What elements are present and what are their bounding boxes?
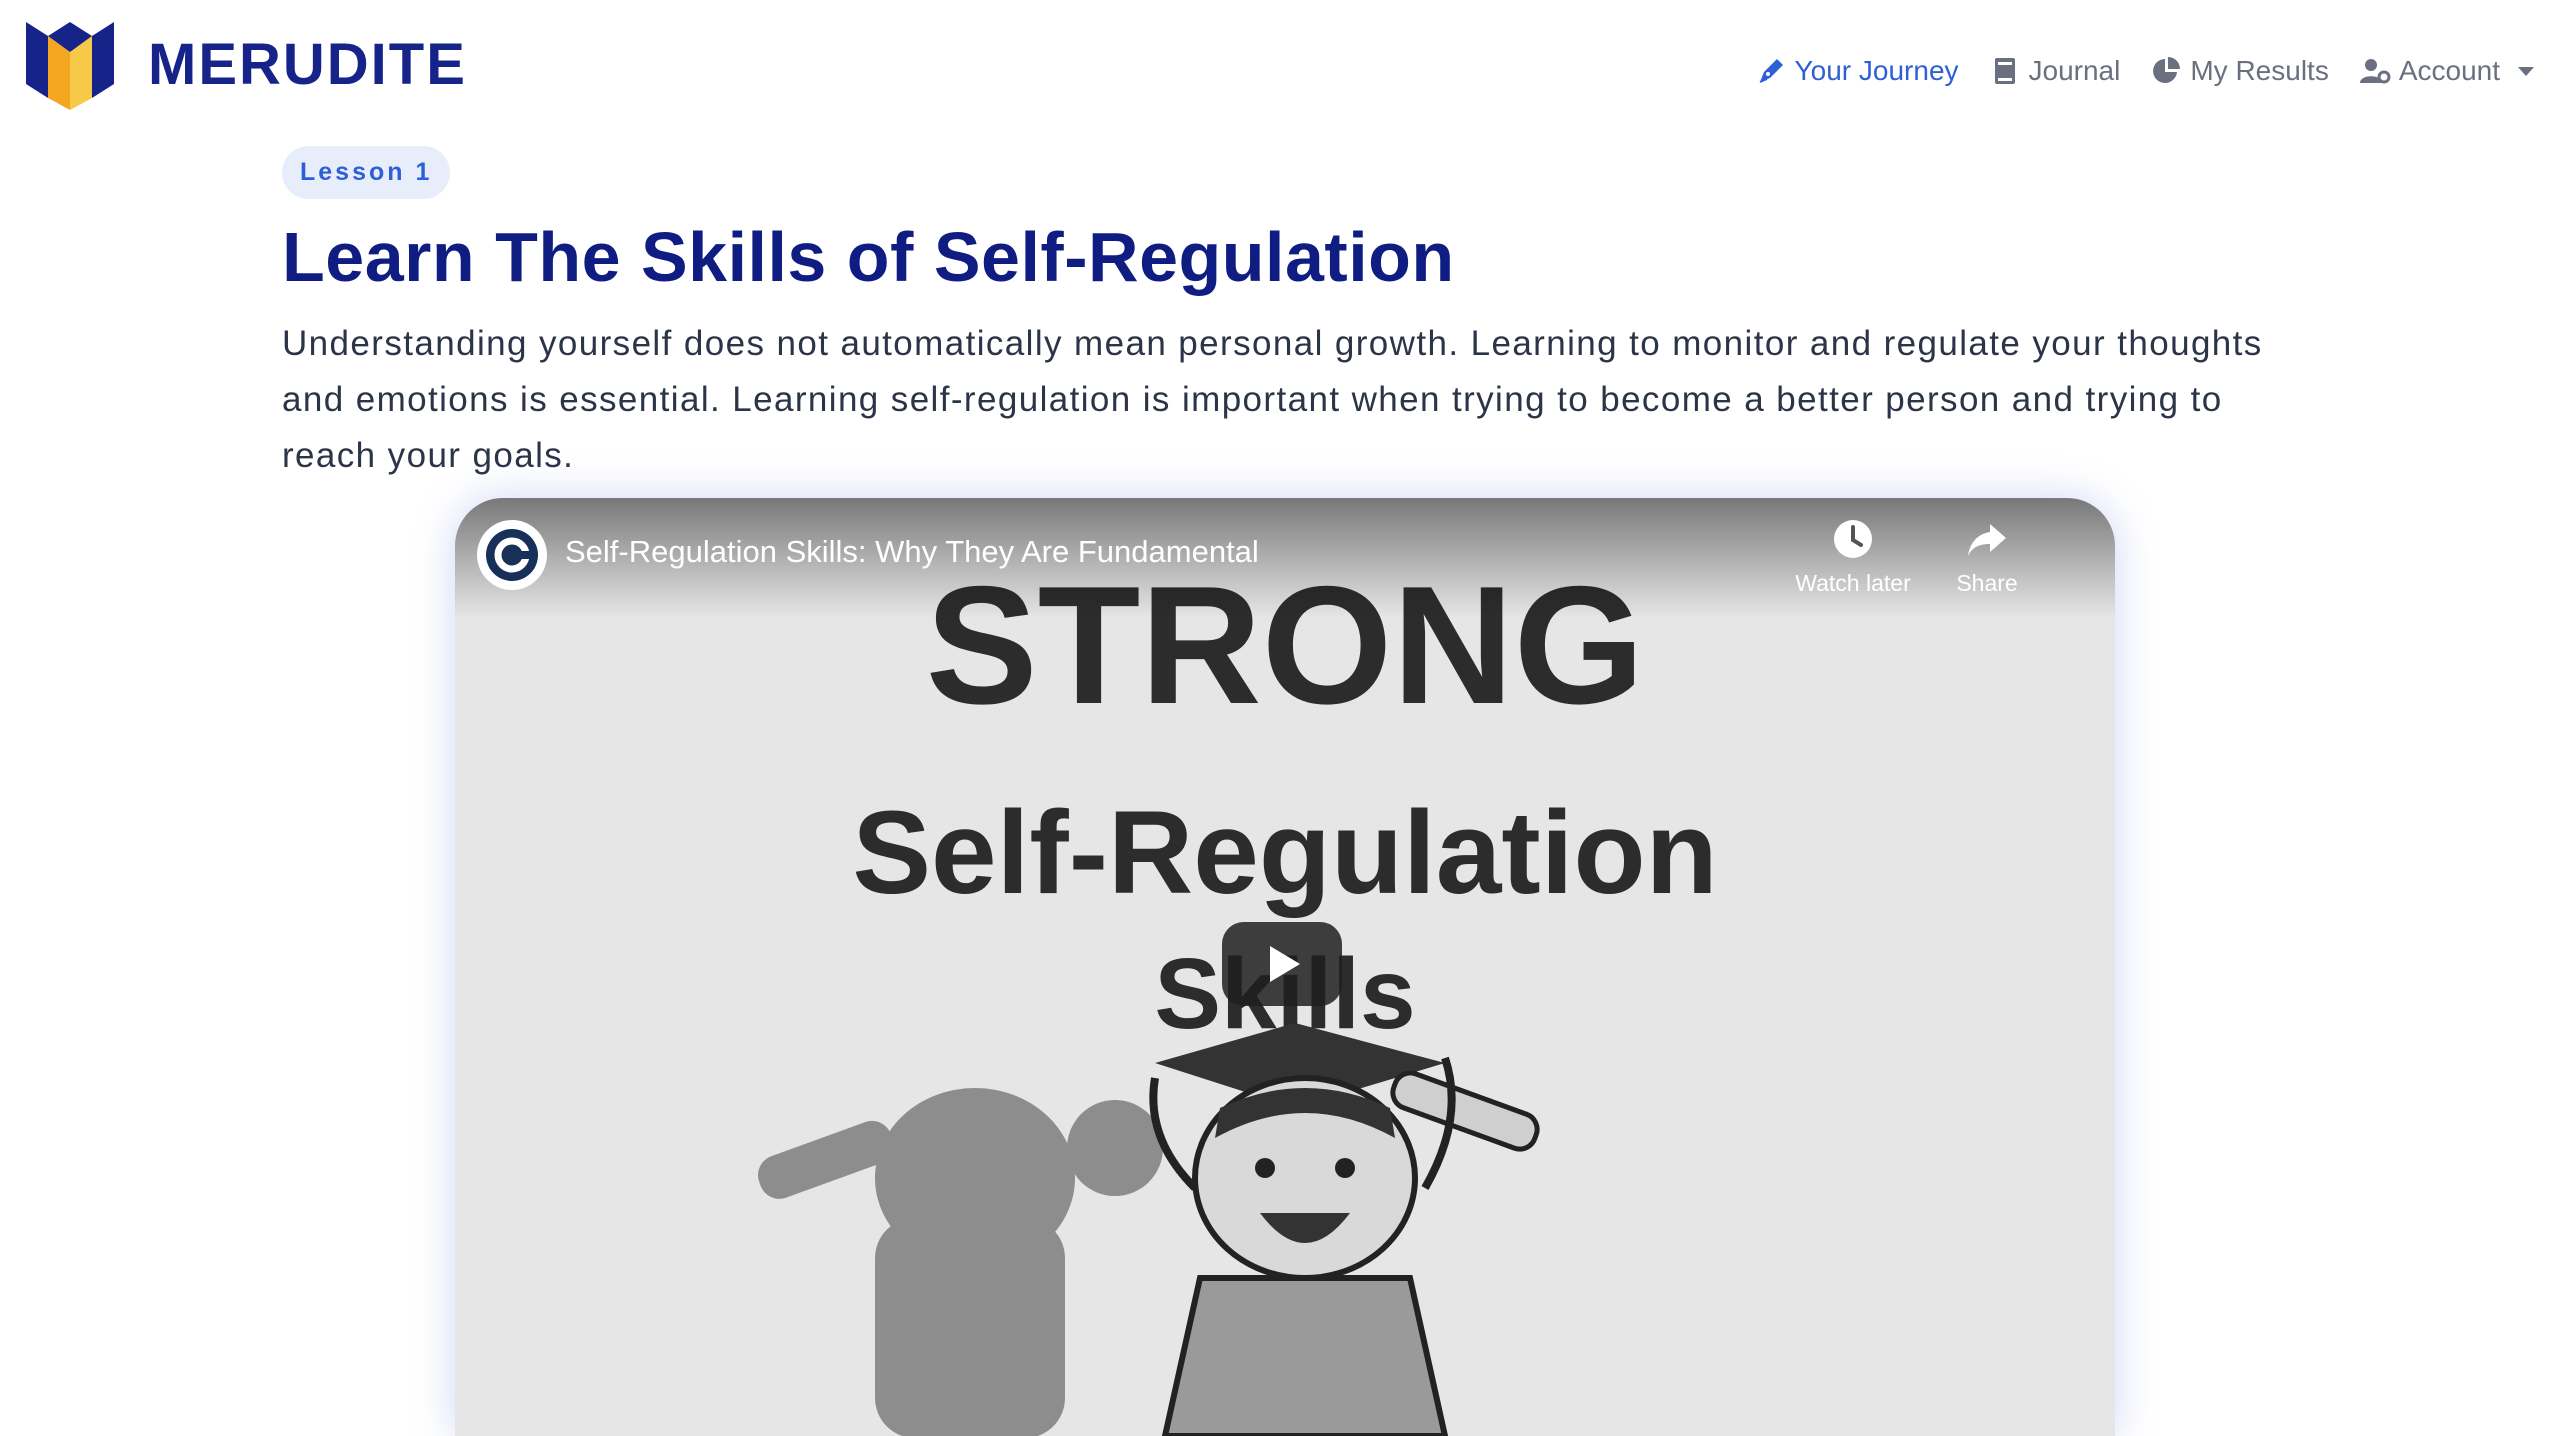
video-player[interactable]: STRONG Self-Regulation Skills <box>455 498 2115 1436</box>
channel-avatar[interactable] <box>477 520 547 590</box>
share-label: Share <box>1956 570 2018 596</box>
share-button[interactable]: Share <box>1927 516 2047 597</box>
clock-icon <box>1834 520 1872 558</box>
nav-journal-label: Journal <box>2028 55 2121 86</box>
play-icon <box>1270 946 1300 982</box>
brand-link[interactable]: MERUDITE <box>26 18 467 110</box>
pen-icon <box>1759 59 1783 83</box>
nav-my-results-label: My Results <box>2190 55 2329 86</box>
lesson-description: Understanding yourself does not automati… <box>282 323 2263 475</box>
book-icon <box>1994 58 2015 84</box>
thumbnail-text-self-regulation: Self-Regulation <box>852 787 1717 919</box>
video-title[interactable]: Self-Regulation Skills: Why They Are Fun… <box>565 534 1259 570</box>
lesson-content: Lesson 1 Learn The Skills of Self-Regula… <box>282 146 2282 484</box>
nav-my-results[interactable]: My Results <box>2150 55 2329 87</box>
lesson-title: Learn The Skills of Self-Regulation <box>282 218 1455 296</box>
nav-journal[interactable]: Journal <box>1989 55 2121 87</box>
nav-your-journey-label: Your Journey <box>1794 55 1959 86</box>
user-gear-icon <box>2359 59 2391 84</box>
play-button[interactable] <box>1222 922 1342 1006</box>
nav-your-journey[interactable]: Your Journey <box>1755 55 1959 87</box>
main-nav: Your Journey Journal My Results Account <box>1755 44 2534 98</box>
share-arrow-icon <box>1968 524 2006 556</box>
nav-account-dropdown[interactable]: Account <box>2359 55 2534 87</box>
merudite-logo-icon <box>26 22 114 110</box>
top-navbar: MERUDITE Your Journey Journal My Results… <box>0 0 2560 130</box>
watch-later-label: Watch later <box>1795 570 1911 596</box>
nav-account-label: Account <box>2398 55 2500 86</box>
channel-logo-icon <box>486 529 538 581</box>
brand-name: MERUDITE <box>148 31 467 97</box>
lesson-badge: Lesson 1 <box>282 146 451 199</box>
chevron-down-icon <box>2518 66 2534 76</box>
watch-later-button[interactable]: Watch later <box>1793 516 1913 597</box>
pie-chart-icon <box>2153 57 2181 83</box>
